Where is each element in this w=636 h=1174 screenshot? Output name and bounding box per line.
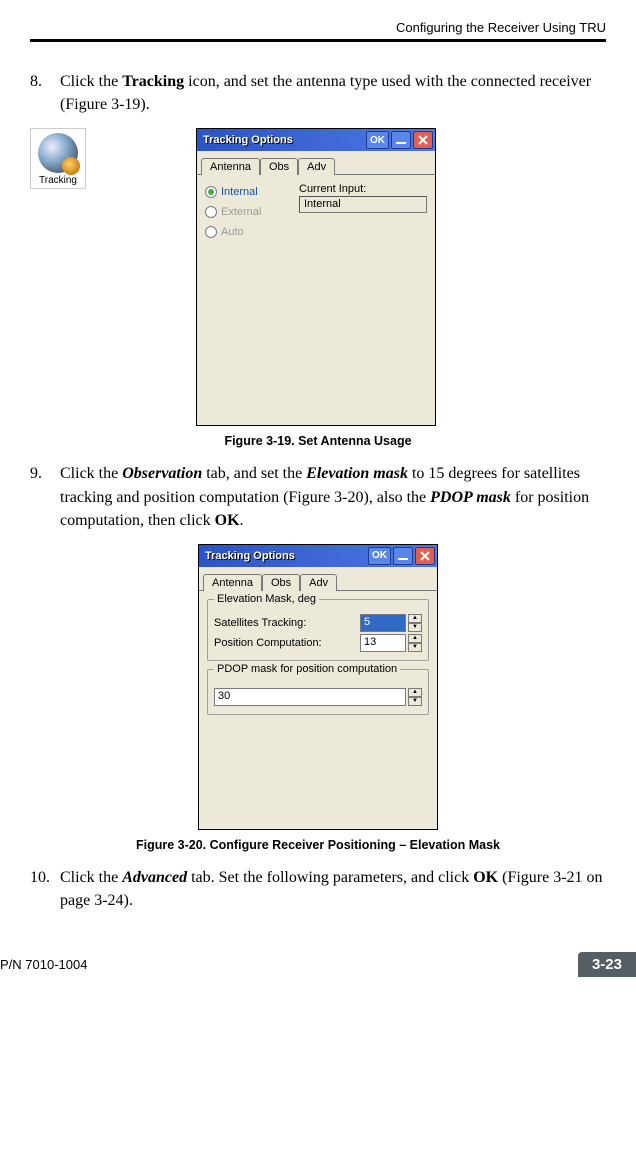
- close-icon: [418, 135, 428, 145]
- s10b: tab. Set the following parameters, and c…: [187, 869, 473, 886]
- s9e: .: [240, 512, 244, 529]
- dialog2-title: Tracking Options: [205, 550, 366, 562]
- sat-tracking-up[interactable]: ▲: [408, 614, 422, 623]
- s10-b1: OK: [473, 869, 498, 886]
- s9b: tab, and set the: [202, 465, 306, 482]
- radio-external[interactable]: [205, 206, 217, 218]
- close-icon: [420, 551, 430, 561]
- group-pdop-mask: PDOP mask for position computation 30 ▲ …: [207, 669, 429, 715]
- tab-antenna-2[interactable]: Antenna: [203, 574, 262, 591]
- pos-comp-label: Position Computation:: [214, 637, 360, 649]
- step-8-bold-tracking: Tracking: [122, 73, 184, 90]
- figure-3-20-caption: Figure 3-20. Configure Receiver Position…: [30, 838, 606, 852]
- current-input-label: Current Input:: [299, 183, 427, 195]
- radio-auto-label: Auto: [221, 226, 244, 238]
- tabstrip-2: Antenna Obs Adv: [199, 567, 437, 591]
- radio-auto[interactable]: [205, 226, 217, 238]
- sat-tracking-label: Satellites Tracking:: [214, 617, 360, 629]
- minimize-button-2[interactable]: [393, 547, 413, 565]
- step-8: 8. Click the Tracking icon, and set the …: [30, 70, 606, 116]
- group-pdop-legend: PDOP mask for position computation: [214, 663, 400, 675]
- s9-bi2: Elevation mask: [306, 465, 408, 482]
- current-input-value: Internal: [299, 196, 427, 213]
- group-elevation-mask: Elevation Mask, deg Satellites Tracking:…: [207, 599, 429, 661]
- pdop-input[interactable]: 30: [214, 688, 406, 706]
- tabstrip-1: Antenna Obs Adv: [197, 151, 435, 175]
- radio-external-label: External: [221, 206, 261, 218]
- pos-comp-up[interactable]: ▲: [408, 634, 422, 643]
- step-10: 10. Click the Advanced tab. Set the foll…: [30, 866, 606, 912]
- pdop-down[interactable]: ▼: [408, 697, 422, 706]
- step-10-number: 10.: [30, 866, 60, 912]
- tab-obs[interactable]: Obs: [260, 158, 298, 175]
- step-8-text-a: Click the: [60, 73, 122, 90]
- running-head: Configuring the Receiver Using TRU: [30, 20, 606, 42]
- minimize-button[interactable]: [391, 131, 411, 149]
- titlebar-1: Tracking Options OK: [197, 129, 435, 151]
- tab-obs-2[interactable]: Obs: [262, 574, 300, 591]
- tab-adv-2[interactable]: Adv: [300, 574, 337, 591]
- radio-internal-row[interactable]: Internal: [205, 183, 291, 201]
- s9-bi1: Observation: [122, 465, 202, 482]
- figure-3-19-caption: Figure 3-19. Set Antenna Usage: [30, 434, 606, 448]
- close-button[interactable]: [413, 131, 433, 149]
- tracking-icon-label: Tracking: [33, 175, 83, 186]
- radio-external-row[interactable]: External: [205, 203, 291, 221]
- group-elevation-legend: Elevation Mask, deg: [214, 593, 319, 605]
- step-9: 9. Click the Observation tab, and set th…: [30, 462, 606, 532]
- close-button-2[interactable]: [415, 547, 435, 565]
- tab-adv[interactable]: Adv: [298, 158, 335, 175]
- page-number: 3-23: [578, 952, 636, 977]
- ok-button-2[interactable]: OK: [368, 547, 391, 565]
- s9a: Click the: [60, 465, 122, 482]
- tab-antenna[interactable]: Antenna: [201, 158, 260, 175]
- titlebar-2: Tracking Options OK: [199, 545, 437, 567]
- radio-internal-label: Internal: [221, 186, 258, 198]
- s10a: Click the: [60, 869, 122, 886]
- step-9-number: 9.: [30, 462, 60, 532]
- pdop-up[interactable]: ▲: [408, 688, 422, 697]
- part-number: P/N 7010-1004: [0, 957, 87, 972]
- ok-button[interactable]: OK: [366, 131, 389, 149]
- tracking-options-dialog-1: Tracking Options OK Antenna Obs Adv Inte: [196, 128, 436, 426]
- step-8-number: 8.: [30, 70, 60, 116]
- tracking-options-dialog-2: Tracking Options OK Antenna Obs Adv Elev…: [198, 544, 438, 830]
- radio-auto-row[interactable]: Auto: [205, 223, 291, 241]
- dialog1-title: Tracking Options: [203, 134, 364, 146]
- s9-b1: OK: [215, 512, 240, 529]
- pos-comp-input[interactable]: 13: [360, 634, 406, 652]
- tracking-disc-icon: [38, 133, 78, 173]
- tracking-icon[interactable]: Tracking: [30, 128, 86, 189]
- s9-bi3: PDOP mask: [430, 489, 511, 506]
- radio-internal[interactable]: [205, 186, 217, 198]
- sat-tracking-down[interactable]: ▼: [408, 623, 422, 632]
- pos-comp-down[interactable]: ▼: [408, 643, 422, 652]
- sat-tracking-input[interactable]: 5: [360, 614, 406, 632]
- s10-bi1: Advanced: [122, 869, 187, 886]
